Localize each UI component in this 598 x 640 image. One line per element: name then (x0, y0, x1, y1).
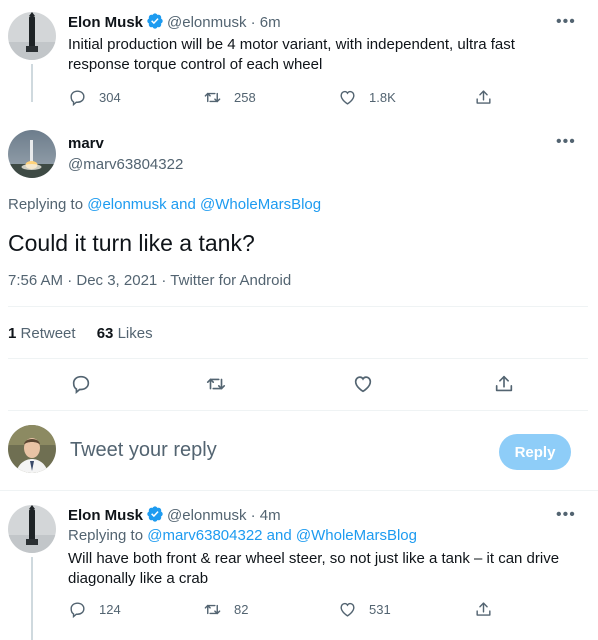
retweet-count: 82 (234, 602, 249, 617)
main-author: marv @marv63804322 (68, 135, 183, 173)
like-button[interactable] (352, 373, 374, 400)
replying-to-links[interactable]: @marv63804322 and @WholeMarsBlog (147, 527, 417, 544)
like-icon (354, 376, 372, 393)
retweet-count: 258 (234, 90, 256, 105)
divider (0, 490, 598, 491)
like-count: 531 (369, 602, 391, 617)
thread-line (31, 64, 33, 102)
reply-input[interactable]: Tweet your reply (70, 439, 217, 462)
verified-badge-icon (147, 13, 163, 29)
share-action[interactable] (474, 600, 493, 619)
author-handle[interactable]: @marv63804322 (68, 156, 183, 173)
reply-count: 124 (99, 602, 121, 617)
like-count: 1.8K (369, 90, 396, 105)
like-action[interactable]: 1.8K (338, 88, 396, 107)
author-handle[interactable]: @elonmusk (167, 507, 246, 524)
retweet-action[interactable]: 82 (203, 600, 248, 619)
tweet-time[interactable]: 4m (260, 507, 281, 524)
reply-icon (70, 90, 85, 107)
like-icon (340, 602, 355, 617)
reply-icon (70, 602, 85, 619)
retweet-icon (204, 604, 221, 615)
retweet-icon (206, 378, 226, 390)
verified-badge-icon (147, 506, 163, 522)
tweet2-header: Elon Musk @elonmusk · 4m (68, 506, 281, 524)
retweet-action[interactable]: 258 (203, 88, 256, 107)
reply-submit-button[interactable]: Reply (499, 434, 571, 470)
reply-count: 304 (99, 90, 121, 105)
marv-avatar[interactable] (8, 130, 56, 178)
share-icon (476, 90, 491, 104)
elon-avatar[interactable] (8, 505, 56, 553)
replying-to-links[interactable]: @elonmusk and @WholeMarsBlog (87, 196, 321, 213)
share-icon (495, 375, 513, 392)
reply-action[interactable]: 124 (68, 600, 121, 619)
user-avatar[interactable] (8, 425, 56, 473)
share-button[interactable] (493, 373, 515, 400)
more-icon[interactable]: ••• (556, 14, 576, 30)
like-action[interactable]: 531 (338, 600, 391, 619)
retweet-stat[interactable]: 1 Retweet (8, 325, 76, 342)
divider (8, 306, 588, 307)
author-name[interactable]: Elon Musk (68, 507, 143, 524)
elon-avatar[interactable] (8, 12, 56, 60)
share-icon (476, 602, 491, 616)
likes-stat[interactable]: 63 Likes (97, 325, 153, 342)
tweet1-header: Elon Musk @elonmusk · 6m (68, 13, 281, 31)
reply-icon (72, 375, 90, 395)
replying-to: Replying to @elonmusk and @WholeMarsBlog (8, 196, 322, 213)
tweet-timestamp[interactable]: 7:56 AM · Dec 3, 2021 · Twitter for Andr… (8, 272, 291, 289)
reply-button[interactable] (70, 373, 92, 400)
tweet1-text: Initial production will be 4 motor varia… (68, 36, 515, 73)
reply-action[interactable]: 304 (68, 88, 121, 107)
author-name[interactable]: Elon Musk (68, 14, 143, 31)
replying-to: Replying to @marv63804322 and @WholeMars… (68, 527, 417, 544)
main-tweet-text: Could it turn like a tank? (8, 230, 255, 256)
tweet-time[interactable]: 6m (260, 14, 281, 31)
thread-line (31, 557, 33, 640)
retweet-button[interactable] (205, 373, 227, 400)
more-icon[interactable]: ••• (556, 507, 576, 523)
tweet2-text: Will have both front & rear wheel steer,… (68, 550, 560, 587)
retweet-icon (204, 92, 221, 103)
more-icon[interactable]: ••• (556, 134, 576, 150)
divider (8, 410, 588, 411)
share-action[interactable] (474, 88, 493, 107)
author-handle[interactable]: @elonmusk (167, 14, 246, 31)
like-icon (340, 90, 355, 105)
divider (8, 358, 588, 359)
author-name[interactable]: marv (68, 135, 183, 152)
engagement-stats: 1 Retweet 63 Likes (8, 325, 153, 342)
